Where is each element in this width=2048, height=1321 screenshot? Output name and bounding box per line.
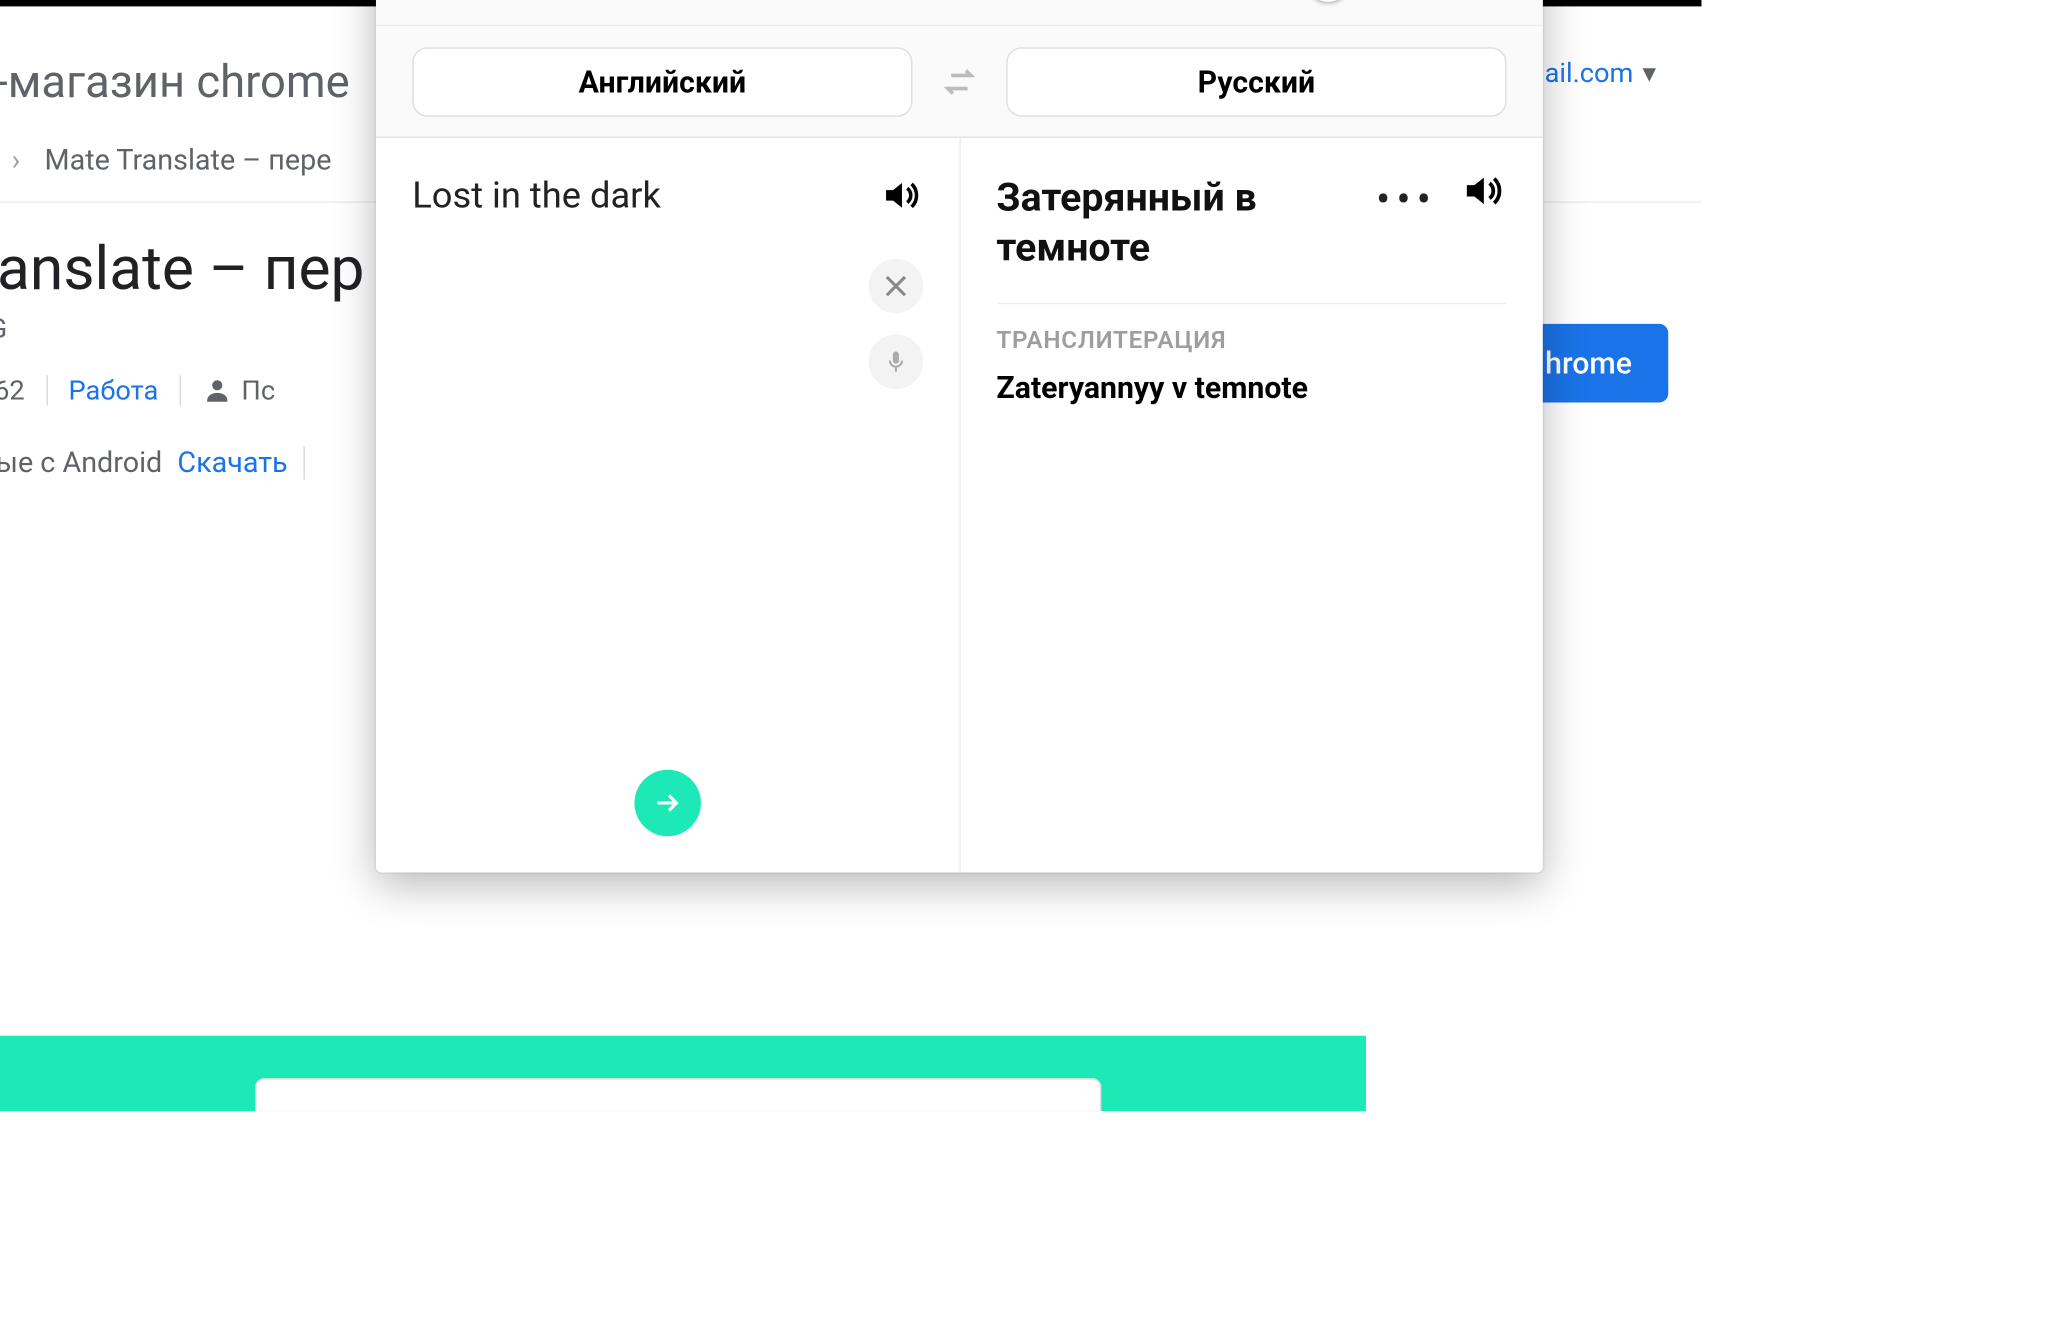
mic-button[interactable]	[868, 334, 922, 388]
speak-target-button[interactable]	[1461, 168, 1506, 213]
category-link[interactable]: Работа	[69, 374, 159, 406]
divider	[46, 375, 48, 405]
target-column: Затерянный в темноте ••• ТРАНСЛИТЕРАЦИЯ …	[960, 138, 1543, 873]
mate-logo: mate	[530, 0, 1286, 6]
breadcrumb-current: Mate Translate – пере	[45, 142, 332, 177]
user-icon: Пс	[202, 374, 275, 406]
cws-title: интернет-магазин chrome	[0, 56, 350, 109]
clear-button[interactable]	[868, 259, 922, 313]
swap-languages-button[interactable]	[940, 62, 979, 101]
transliteration-label: ТРАНСЛИТЕРАЦИЯ	[996, 325, 1506, 354]
source-column: Lost in the dark	[376, 138, 960, 873]
source-language-button[interactable]: Английский	[412, 47, 912, 117]
email-suffix: ail.com	[1545, 58, 1634, 90]
review-count: 5 962	[0, 374, 25, 406]
source-text-input[interactable]: Lost in the dark	[412, 174, 922, 216]
target-language-button[interactable]: Русский	[1006, 47, 1506, 117]
transliteration-text: Zateryannyy v temnote	[996, 369, 1506, 405]
chevron-down-icon: ▾	[1642, 58, 1656, 90]
language-selector-row: Английский Русский	[376, 26, 1543, 138]
speak-source-button[interactable]	[880, 174, 922, 216]
divider	[303, 446, 305, 479]
divider	[179, 375, 181, 405]
mate-translate-popup: mate Английский Русский Lost in the dark…	[376, 0, 1543, 873]
translate-button[interactable]	[634, 770, 701, 837]
cws-email[interactable]: ail.com▾	[1545, 58, 1657, 90]
mate-topbar: mate	[376, 0, 1543, 26]
more-actions-button[interactable]: •••	[1376, 174, 1437, 224]
download-link[interactable]: Скачать	[177, 445, 287, 480]
chevron-right-icon: ›	[12, 142, 21, 177]
translation-text: Затерянный в темноте	[996, 174, 1389, 272]
toggle-knob	[1307, 0, 1349, 1]
user-label: Пс	[241, 374, 275, 406]
promo-box	[254, 1078, 1100, 1111]
mate-body: Lost in the dark Затерянный в темноте ••…	[376, 138, 1543, 873]
android-compat-label: Совместимые с Android	[0, 445, 162, 480]
divider	[996, 303, 1506, 305]
